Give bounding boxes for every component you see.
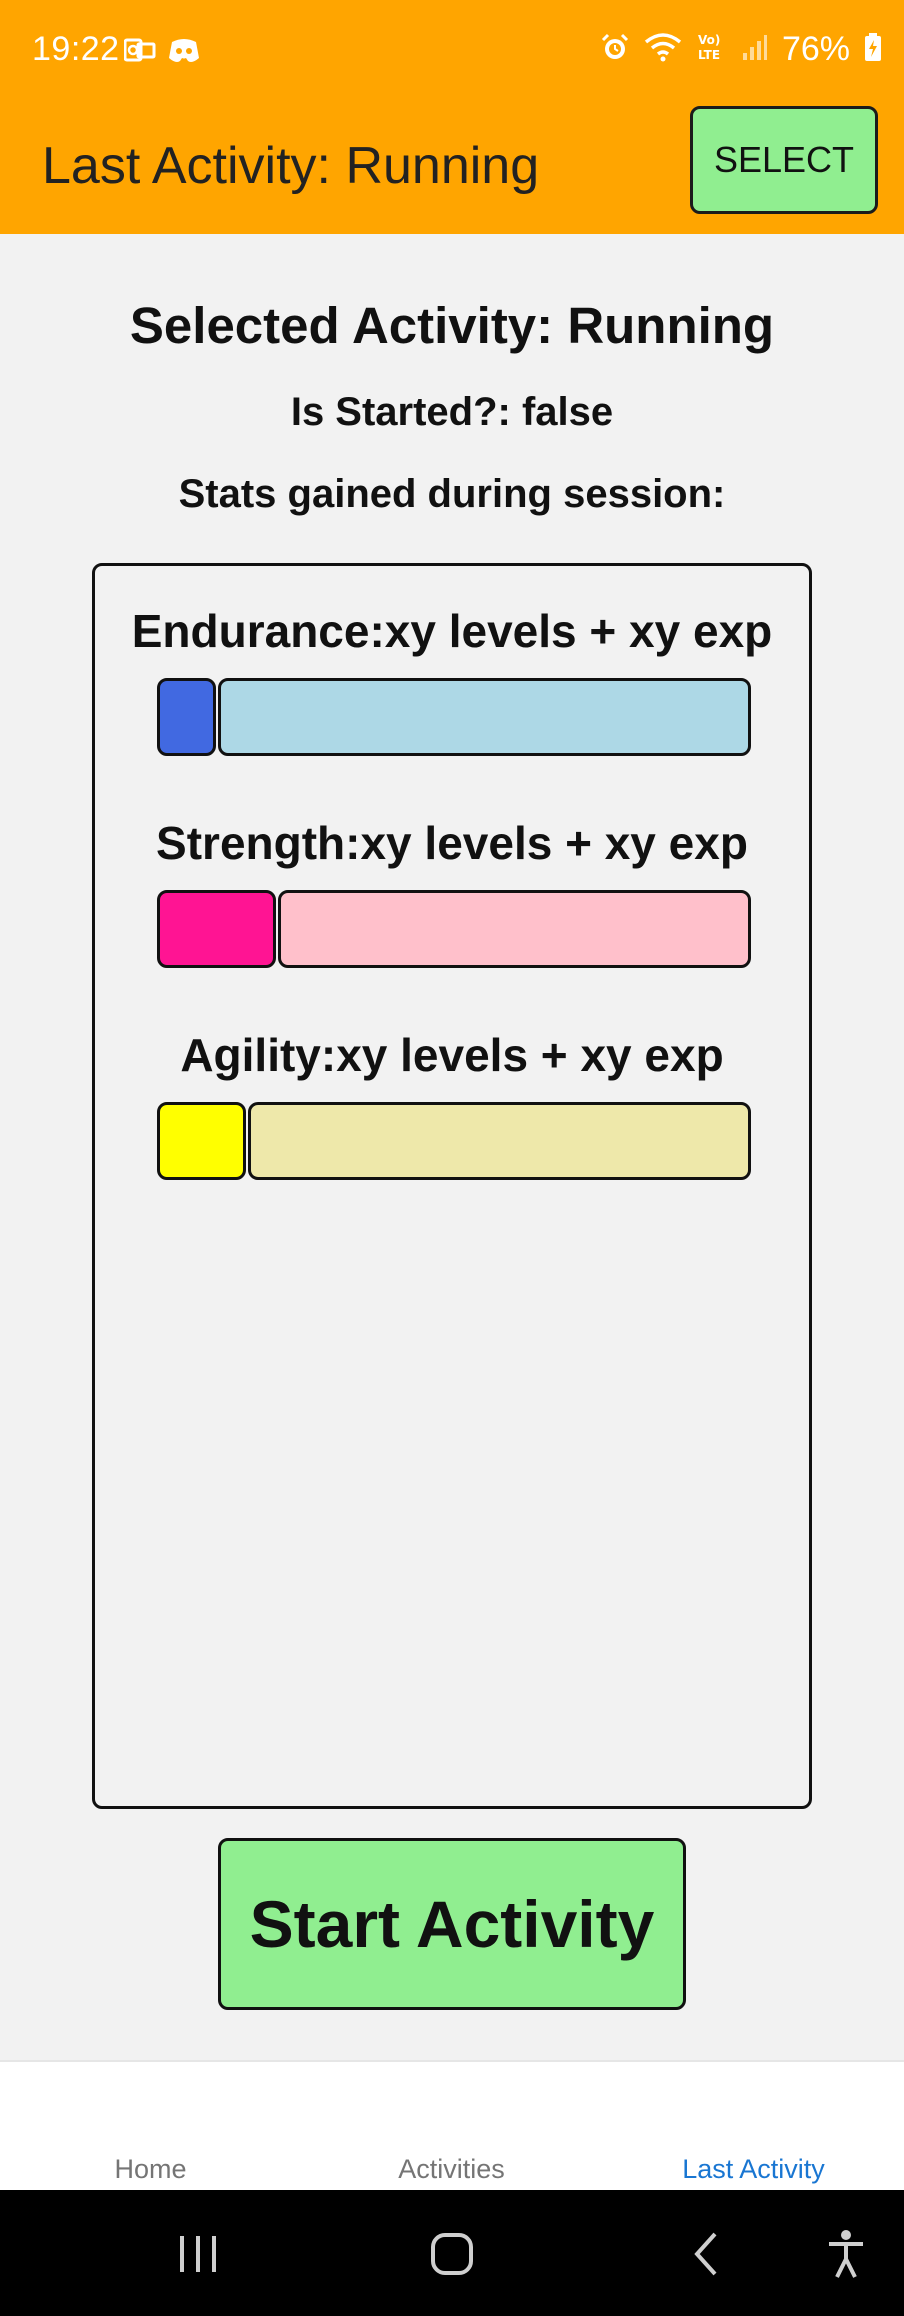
- selected-activity-title: Selected Activity: Running: [129, 297, 775, 354]
- wifi-icon: [644, 32, 682, 67]
- strength-bar-fill: [157, 890, 276, 968]
- home-icon: [430, 2232, 474, 2281]
- endurance-bar: [157, 678, 751, 756]
- discord-icon: [168, 36, 200, 69]
- home-button[interactable]: [422, 2228, 482, 2284]
- battery-percentage: 76%: [781, 30, 850, 68]
- status-bar: 19:22 Vo) LTE 76%: [0, 0, 904, 104]
- svg-text:Vo): Vo): [698, 33, 720, 47]
- strength-label: Strength:xy levels + xy exp: [156, 817, 748, 869]
- page-title: Last Activity: Running: [42, 137, 540, 195]
- recent-apps-icon: [176, 2234, 220, 2279]
- nav-home[interactable]: Home: [0, 2154, 301, 2185]
- main-content: Selected Activity: Running Is Started?: …: [0, 234, 904, 2060]
- system-navigation-bar: [0, 2190, 904, 2316]
- agility-bar-track: [248, 1102, 751, 1180]
- agility-label: Agility:xy levels + xy exp: [180, 1029, 724, 1081]
- stats-panel: Endurance:xy levels + xy exp Strength:xy…: [92, 563, 812, 1809]
- alarm-icon: [600, 32, 630, 67]
- agility-bar: [157, 1102, 751, 1180]
- strength-bar-track: [278, 890, 751, 968]
- endurance-bar-fill: [157, 678, 216, 756]
- status-time: 19:22: [32, 30, 120, 68]
- strength-bar: [157, 890, 751, 968]
- agility-bar-fill: [157, 1102, 246, 1180]
- start-activity-button[interactable]: Start Activity: [218, 1838, 686, 2010]
- endurance-bar-track: [218, 678, 751, 756]
- outlook-icon: [123, 36, 156, 69]
- select-button[interactable]: SELECT: [690, 106, 878, 214]
- back-icon: [691, 2230, 721, 2283]
- bottom-navigation: Home Activities Last Activity: [0, 2060, 904, 2190]
- accessibility-button[interactable]: [816, 2228, 876, 2284]
- battery-icon: [864, 32, 882, 67]
- volte-icon: Vo) LTE: [696, 31, 728, 68]
- endurance-label: Endurance:xy levels + xy exp: [131, 605, 773, 657]
- nav-activities[interactable]: Activities: [301, 2154, 602, 2185]
- nav-last-activity[interactable]: Last Activity: [603, 2154, 904, 2185]
- recent-apps-button[interactable]: [168, 2228, 228, 2284]
- system-status-icons: Vo) LTE 76%: [600, 30, 882, 69]
- back-button[interactable]: [676, 2228, 736, 2284]
- stats-heading: Stats gained during session:: [178, 472, 726, 516]
- signal-icon: [742, 33, 768, 66]
- accessibility-icon: [826, 2229, 866, 2284]
- svg-text:LTE: LTE: [698, 48, 720, 62]
- notification-icons: [123, 36, 200, 69]
- is-started-status: Is Started?: false: [290, 390, 614, 434]
